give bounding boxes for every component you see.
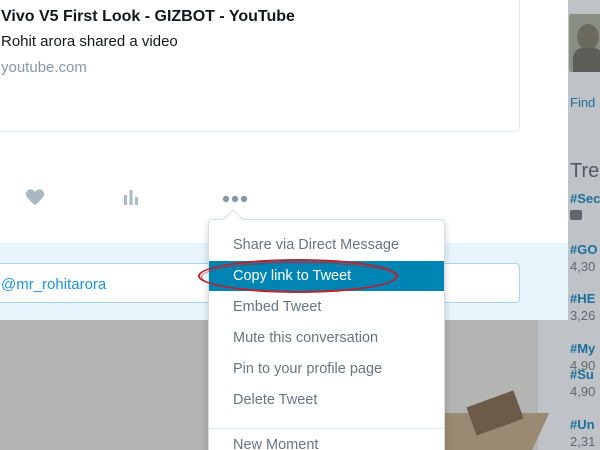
trend-tag[interactable]: #My bbox=[570, 340, 595, 357]
menu-item-new-moment[interactable]: New Moment bbox=[209, 430, 444, 450]
more-dots-icon bbox=[222, 190, 248, 208]
trend-count: 2,31 bbox=[570, 434, 596, 449]
more-button[interactable] bbox=[220, 186, 250, 212]
trend-tag[interactable]: #Un bbox=[570, 416, 595, 433]
link-preview-card[interactable]: Vivo V5 First Look - GIZBOT - YouTube Ro… bbox=[0, 0, 520, 132]
tweet-actions bbox=[0, 186, 300, 214]
analytics-button[interactable] bbox=[118, 186, 144, 212]
trend-item[interactable]: #Su 4,90 bbox=[570, 366, 595, 400]
menu-item-delete[interactable]: Delete Tweet bbox=[209, 385, 444, 415]
reply-mention: @mr_rohitarora bbox=[1, 276, 107, 293]
menu-divider bbox=[209, 428, 444, 429]
trend-tag[interactable]: #Sec bbox=[570, 190, 600, 207]
trend-count bbox=[570, 207, 600, 224]
trend-count: 3,26 bbox=[570, 308, 596, 323]
trend-item[interactable]: #GO 4,30 bbox=[570, 241, 597, 275]
trend-tag[interactable]: #HE bbox=[570, 290, 595, 307]
card-title[interactable]: Vivo V5 First Look - GIZBOT - YouTube bbox=[1, 8, 295, 26]
trend-item[interactable]: #Sec bbox=[570, 190, 600, 224]
more-actions-menu: Share via Direct Message Copy link to Tw… bbox=[208, 209, 445, 450]
menu-item-mute[interactable]: Mute this conversation bbox=[209, 323, 444, 353]
find-link[interactable]: Find bbox=[570, 95, 595, 110]
heart-icon bbox=[25, 188, 45, 211]
menu-item-pin[interactable]: Pin to your profile page bbox=[209, 354, 444, 384]
menu-item-copy-link[interactable]: Copy link to Tweet bbox=[209, 261, 444, 291]
trend-count: 4,90 bbox=[570, 384, 596, 399]
trends-title: Tre bbox=[570, 160, 600, 182]
like-button[interactable] bbox=[22, 186, 48, 212]
trend-tag[interactable]: #GO bbox=[570, 241, 597, 258]
trend-item[interactable]: #HE 3,26 bbox=[570, 290, 595, 324]
trend-tag[interactable]: #Su bbox=[570, 366, 595, 383]
avatar[interactable] bbox=[569, 14, 600, 72]
menu-item-share-dm[interactable]: Share via Direct Message bbox=[209, 230, 444, 260]
card-subtitle: Rohit arora shared a video bbox=[1, 33, 178, 50]
menu-item-embed[interactable]: Embed Tweet bbox=[209, 292, 444, 322]
trend-count: 4,30 bbox=[570, 259, 596, 274]
bar-chart-icon bbox=[122, 189, 140, 210]
trend-item[interactable]: #Un 2,31 bbox=[570, 416, 595, 450]
card-url: youtube.com bbox=[1, 59, 87, 76]
